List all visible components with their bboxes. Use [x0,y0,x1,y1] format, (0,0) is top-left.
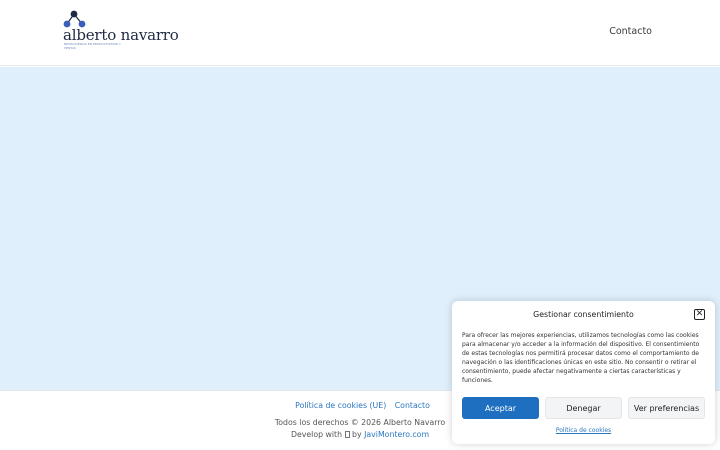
cookie-dialog-title: Gestionar consentimiento [533,310,634,319]
preferences-button[interactable]: Ver preferencias [628,397,705,419]
deny-button[interactable]: Denegar [545,397,622,419]
footer-cookies-link[interactable]: Política de cookies (UE) [295,401,386,410]
develop-prefix: Develop with [290,430,343,439]
accept-button[interactable]: Aceptar [462,397,539,419]
develop-by: by [352,430,362,439]
site-header: alberto navarro Neurociencia en producti… [0,0,720,66]
logo-tagline: Neurociencia en productividad y ventas [64,42,121,50]
site-logo[interactable]: alberto navarro Neurociencia en producti… [63,10,179,56]
developer-link[interactable]: JaviMontero.com [364,430,429,439]
close-icon[interactable]: ✕ [694,309,705,320]
cookie-dialog-body: Para ofrecer las mejores experiencias, u… [462,332,700,384]
cookie-policy-link[interactable]: Política de cookies [556,427,611,434]
nav-contact-link[interactable]: Contacto [609,26,652,37]
cookie-consent-dialog: Gestionar consentimiento ✕ Para ofrecer … [452,301,715,444]
footer-contact-link[interactable]: Contacto [395,401,430,410]
cookie-policy-row: Política de cookies [452,427,715,434]
heart-icon [344,431,350,438]
